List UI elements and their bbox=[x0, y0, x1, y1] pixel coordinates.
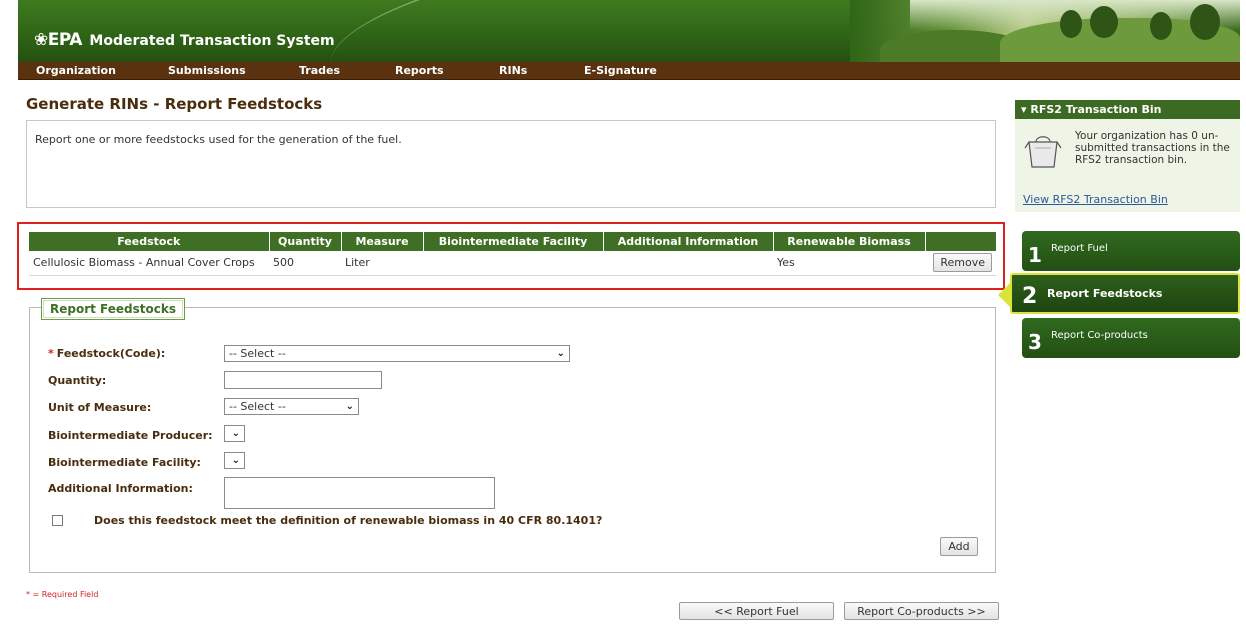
page-title: Generate RINs - Report Feedstocks bbox=[26, 95, 323, 113]
chevron-down-icon: ⌄ bbox=[231, 428, 240, 439]
chevron-down-icon: ▾ bbox=[1021, 103, 1027, 116]
nav-esignature[interactable]: E-Signature bbox=[584, 64, 657, 77]
remove-button[interactable]: Remove bbox=[933, 253, 992, 273]
description-box: Report one or more feedstocks used for t… bbox=[26, 120, 996, 208]
cell-additional-information bbox=[603, 251, 773, 276]
step-report-coproducts[interactable]: 3 Report Co-products bbox=[1022, 318, 1240, 358]
cell-measure: Liter bbox=[341, 251, 423, 276]
biointermediate-facility-label: Biointermediate Facility: bbox=[48, 456, 201, 469]
quantity-input[interactable] bbox=[224, 371, 382, 389]
nav-rins[interactable]: RINs bbox=[499, 64, 527, 77]
table-row: Cellulosic Biomass - Annual Cover Crops … bbox=[29, 251, 996, 276]
required-marker: * bbox=[48, 347, 54, 360]
bin-title: RFS2 Transaction Bin bbox=[1030, 103, 1162, 116]
renewable-biomass-question: Does this feedstock meet the definition … bbox=[94, 514, 603, 527]
col-biointermediate-facility[interactable]: Biointermediate Facility bbox=[423, 232, 604, 251]
main-nav: Organization Submissions Trades Reports … bbox=[18, 62, 1240, 80]
step-report-feedstocks[interactable]: 2 Report Feedstocks bbox=[998, 273, 1240, 314]
app-header: ❀EPA Moderated Transaction System bbox=[18, 0, 1240, 62]
rfs2-transaction-bin: ▾ RFS2 Transaction Bin Your organization… bbox=[1015, 100, 1240, 212]
header-swoosh bbox=[320, 0, 856, 62]
chevron-down-icon: ⌄ bbox=[231, 455, 240, 466]
feedstock-label: * Feedstock(Code): bbox=[48, 347, 166, 360]
additional-information-label: Additional Information: bbox=[48, 482, 193, 495]
col-quantity[interactable]: Quantity bbox=[269, 232, 342, 251]
feedstock-select[interactable]: -- Select -- ⌄ bbox=[224, 345, 570, 362]
unit-of-measure-select[interactable]: -- Select -- ⌄ bbox=[224, 398, 359, 415]
quantity-label: Quantity: bbox=[48, 374, 107, 387]
bin-header[interactable]: ▾ RFS2 Transaction Bin bbox=[1015, 100, 1240, 119]
cell-biointermediate-facility bbox=[423, 251, 603, 276]
col-actions bbox=[925, 232, 996, 251]
nav-organization[interactable]: Organization bbox=[36, 64, 116, 77]
required-field-note: * = Required Field bbox=[26, 590, 99, 599]
header-landscape-image bbox=[850, 0, 1240, 62]
col-feedstock[interactable]: Feedstock bbox=[29, 232, 270, 251]
step-number: 1 bbox=[1028, 243, 1042, 267]
app-title: Moderated Transaction System bbox=[89, 33, 335, 49]
report-fuel-back-button[interactable]: << Report Fuel bbox=[679, 602, 834, 620]
step-report-fuel[interactable]: 1 Report Fuel bbox=[1022, 231, 1240, 271]
report-coproducts-next-button[interactable]: Report Co-products >> bbox=[844, 602, 999, 620]
col-renewable-biomass[interactable]: Renewable Biomass bbox=[773, 232, 926, 251]
step-label: Report Co-products bbox=[1051, 330, 1148, 341]
logo-text: EPA bbox=[47, 30, 83, 50]
step-label: Report Feedstocks bbox=[1047, 287, 1163, 300]
form-legend: Report Feedstocks bbox=[41, 298, 185, 320]
biointermediate-producer-label: Biointermediate Producer: bbox=[48, 429, 213, 442]
description-text: Report one or more feedstocks used for t… bbox=[35, 133, 402, 146]
epa-logo[interactable]: ❀EPA Moderated Transaction System bbox=[34, 30, 335, 50]
step-number: 2 bbox=[1022, 284, 1038, 309]
nav-reports[interactable]: Reports bbox=[395, 64, 444, 77]
cell-actions: Remove bbox=[925, 251, 996, 276]
step-number: 3 bbox=[1028, 330, 1042, 354]
nav-trades[interactable]: Trades bbox=[299, 64, 340, 77]
col-measure[interactable]: Measure bbox=[341, 232, 424, 251]
feedstock-table: Feedstock Quantity Measure Biointermedia… bbox=[29, 232, 996, 276]
col-additional-information[interactable]: Additional Information bbox=[603, 232, 774, 251]
additional-information-textarea[interactable] bbox=[224, 477, 495, 509]
renewable-biomass-checkbox[interactable] bbox=[52, 515, 63, 526]
biointermediate-facility-select[interactable]: ⌄ bbox=[224, 452, 245, 469]
chevron-down-icon: ⌄ bbox=[556, 348, 565, 359]
add-button[interactable]: Add bbox=[940, 537, 978, 556]
view-transaction-bin-link[interactable]: View RFS2 Transaction Bin bbox=[1023, 193, 1168, 206]
step-label: Report Fuel bbox=[1051, 243, 1108, 254]
biointermediate-producer-select[interactable]: ⌄ bbox=[224, 425, 245, 442]
table-header-row: Feedstock Quantity Measure Biointermedia… bbox=[29, 232, 996, 251]
unit-of-measure-label: Unit of Measure: bbox=[48, 401, 152, 414]
cell-quantity: 500 bbox=[269, 251, 341, 276]
nav-submissions[interactable]: Submissions bbox=[168, 64, 246, 77]
cell-feedstock: Cellulosic Biomass - Annual Cover Crops bbox=[29, 251, 269, 276]
bin-message: Your organization has 0 un-submitted tra… bbox=[1075, 130, 1230, 166]
cell-renewable-biomass: Yes bbox=[773, 251, 925, 276]
chevron-down-icon: ⌄ bbox=[345, 401, 354, 412]
shopping-bag-icon bbox=[1024, 136, 1062, 168]
